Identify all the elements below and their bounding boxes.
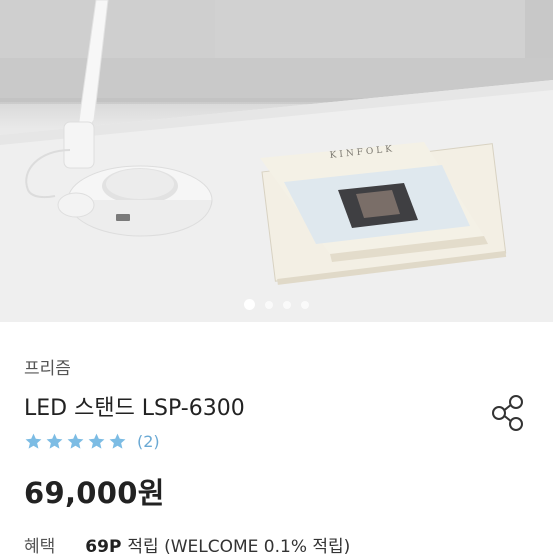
benefit-text: 적립 (WELCOME 0.1% 적립) (127, 537, 351, 557)
product-info: 프리즘 LED 스탠드 LSP-6300 (2) 69,000원 혜택 69P 적립… (0, 322, 553, 557)
product-rating[interactable]: (2) (24, 430, 160, 452)
gallery-pagination (0, 294, 553, 313)
product-photo: KINFOLK (0, 0, 553, 322)
product-price: 69,000원 (24, 476, 165, 510)
share-icon (492, 395, 523, 431)
star-icon (46, 433, 63, 449)
brand-name[interactable]: 프리즘 (24, 354, 71, 379)
pagination-dot-2[interactable] (265, 301, 273, 309)
pagination-dot-1[interactable] (244, 299, 255, 310)
benefit-label: 혜택 (24, 537, 56, 557)
star-icon (25, 433, 42, 449)
benefit-row: 혜택 69P 적립 (WELCOME 0.1% 적립) (24, 532, 350, 557)
share-button[interactable] (490, 394, 528, 432)
pagination-dot-3[interactable] (283, 301, 291, 309)
product-title: LED 스탠드 LSP-6300 (24, 396, 245, 421)
rating-stars (24, 432, 127, 451)
product-image-gallery[interactable]: KINFOLK (0, 0, 553, 322)
pagination-dot-4[interactable] (301, 301, 309, 309)
review-count[interactable]: (2) (137, 432, 160, 451)
star-icon (88, 433, 105, 449)
benefit-points: 69P (85, 537, 122, 557)
star-icon (109, 433, 126, 449)
star-icon (67, 433, 84, 449)
